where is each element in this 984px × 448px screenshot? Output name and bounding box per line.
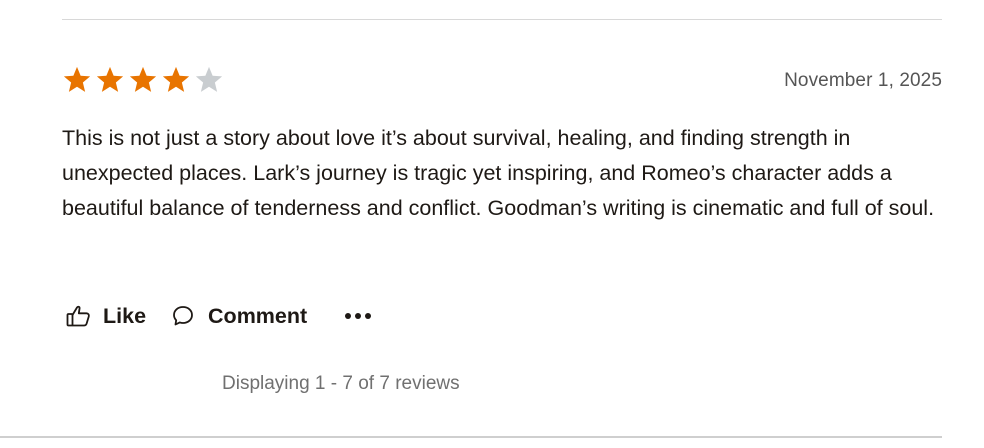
comment-button[interactable]: Comment <box>171 304 307 329</box>
like-button[interactable]: Like <box>62 304 146 329</box>
star-filled-icon <box>96 66 124 92</box>
review-actions: Like Comment <box>62 298 372 334</box>
star-empty-icon <box>195 66 223 92</box>
bottom-divider <box>0 436 942 438</box>
star-rating <box>62 65 224 95</box>
star-filled-icon <box>63 66 91 92</box>
review-date: November 1, 2025 <box>784 70 942 91</box>
speech-bubble-icon <box>171 304 195 328</box>
star-filled-icon <box>162 66 190 92</box>
thumbs-up-icon <box>66 304 92 328</box>
top-divider <box>62 19 942 20</box>
comment-label: Comment <box>208 303 308 328</box>
review-text: This is not just a story about love it’s… <box>62 126 935 220</box>
star-filled-icon <box>129 66 157 92</box>
pagination-status: Displaying 1 - 7 of 7 reviews <box>222 373 460 394</box>
more-options-icon <box>344 311 372 321</box>
like-label: Like <box>103 303 147 328</box>
more-options-button[interactable] <box>344 311 372 321</box>
review-header: November 1, 2025 <box>62 64 942 98</box>
